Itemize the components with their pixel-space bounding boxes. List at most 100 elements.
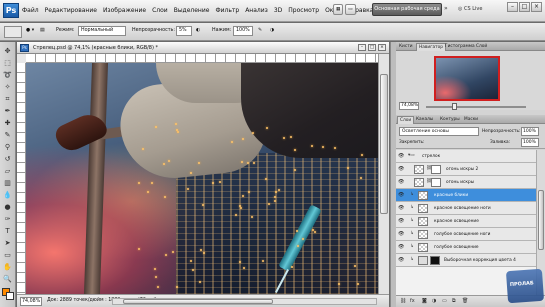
tab-layers[interactable]: Слои (397, 116, 415, 124)
layer-row[interactable]: 👁 ↳ красное освещение ноги (396, 202, 536, 215)
eye-icon[interactable]: 👁 (398, 244, 404, 250)
zoom-field[interactable]: 74,08% (20, 297, 42, 306)
brush-panel-icon[interactable]: ▤ (40, 28, 45, 33)
shape-tool-icon[interactable]: ▭ (2, 250, 13, 260)
layer-row[interactable]: 👁 ↳ голубое освещение ноги (396, 228, 536, 241)
doc-close-icon[interactable]: × (378, 44, 386, 51)
menu-select[interactable]: Выделение (174, 7, 210, 14)
new-group-icon[interactable]: ▭ (442, 298, 447, 304)
arrange-documents-button[interactable]: ▦ (333, 4, 344, 15)
eye-icon[interactable]: 👁 (398, 218, 404, 224)
navigator-zoom-slider[interactable] (426, 106, 526, 108)
tab-info[interactable]: Слой (474, 43, 489, 51)
layer-mask-thumbnail[interactable] (431, 165, 441, 174)
move-tool-icon[interactable]: ✥ (2, 46, 13, 56)
tablet-pressure-size-icon[interactable]: ◑ (270, 28, 274, 33)
blur-tool-icon[interactable]: 💧 (2, 190, 13, 200)
brush-tool-icon[interactable]: ✎ (2, 130, 13, 140)
menu-image[interactable]: Изображение (103, 7, 146, 14)
image-canvas[interactable] (26, 63, 378, 294)
eye-icon[interactable]: 👁 (398, 153, 404, 159)
tab-navigator[interactable]: Навигатор (416, 43, 446, 51)
background-color-swatch[interactable] (6, 292, 14, 300)
eraser-tool-icon[interactable]: ▱ (2, 166, 13, 176)
pen-tool-icon[interactable]: ✑ (2, 214, 13, 224)
navigator-preview[interactable] (434, 56, 500, 101)
adjustment-layer-row[interactable]: 👁 ↳ Выборочная коррекция цвета 4 (396, 254, 536, 267)
tab-histogram[interactable]: Гистограмма (443, 43, 477, 51)
navigator-zoom-knob[interactable] (452, 103, 457, 110)
close-icon[interactable]: × (531, 2, 542, 12)
eye-icon[interactable]: 👁 (398, 257, 404, 263)
layer-row[interactable]: 👁 ⛓ огонь искры 2 (396, 163, 536, 176)
menu-filter[interactable]: Фильтр (215, 7, 239, 14)
lasso-tool-icon[interactable]: ➰ (2, 70, 13, 80)
horizontal-scrollbar[interactable] (112, 298, 377, 305)
clone-stamp-tool-icon[interactable]: ⚲ (2, 142, 13, 152)
layer-style-icon[interactable]: fx (410, 298, 415, 304)
vertical-ruler[interactable] (17, 63, 26, 294)
layer-row[interactable]: 👁 ⛓ огонь искры (396, 176, 536, 189)
document-tab[interactable]: Ps Стрелец.psd @ 74,1% (красные блики, R… (17, 42, 389, 54)
vertical-scroll-thumb[interactable] (380, 74, 388, 214)
minimize-icon[interactable]: – (507, 2, 518, 12)
fill-field[interactable]: 100% (521, 138, 539, 147)
ruler-origin[interactable] (17, 54, 26, 63)
new-adjustment-icon[interactable]: ◑ (432, 298, 436, 304)
layer-row[interactable]: 👁 ↳ голубое освещение (396, 241, 536, 254)
layer-row-selected[interactable]: 👁 ↳ красные блики (396, 189, 536, 202)
menu-file[interactable]: Файл (22, 7, 39, 14)
vertical-scrollbar[interactable] (378, 54, 389, 294)
screen-mode-button[interactable]: ▭ (345, 4, 356, 15)
tab-paths[interactable]: Контуры (438, 116, 462, 124)
crop-tool-icon[interactable]: ⌗ (2, 94, 13, 104)
layer-row[interactable]: 👁 ↳ красное освещение (396, 215, 536, 228)
eye-icon[interactable]: 👁 (398, 179, 404, 185)
tab-masks[interactable]: Маски (462, 116, 480, 124)
eye-icon[interactable]: 👁 (398, 231, 404, 237)
new-layer-icon[interactable]: ⧉ (452, 298, 456, 304)
double-chevron-icon[interactable]: » (444, 5, 448, 12)
doc-minimize-icon[interactable]: – (358, 44, 366, 51)
tab-brushes[interactable]: Кисти (397, 43, 415, 51)
horizontal-ruler[interactable] (26, 54, 378, 63)
type-tool-icon[interactable]: T (2, 226, 13, 236)
layer-mask-thumbnail[interactable] (430, 256, 440, 265)
zoom-tool-icon[interactable]: 🔍 (2, 274, 13, 284)
brush-size-picker[interactable]: ● ▾ (26, 28, 34, 33)
gradient-tool-icon[interactable]: ▥ (2, 178, 13, 188)
layers-scroll-thumb[interactable] (538, 190, 544, 250)
tablet-pressure-opacity-icon[interactable]: ◐ (196, 28, 200, 33)
cs-live-button[interactable]: ◎ CS Live (458, 6, 482, 12)
brush-tool-preset-icon[interactable] (4, 26, 22, 38)
healing-brush-tool-icon[interactable]: ✚ (2, 118, 13, 128)
quick-select-tool-icon[interactable]: ✧ (2, 82, 13, 92)
history-brush-tool-icon[interactable]: ↺ (2, 154, 13, 164)
layer-mask-thumbnail[interactable] (431, 178, 441, 187)
dodge-tool-icon[interactable]: ● (2, 202, 13, 212)
mode-select[interactable]: Нормальный (78, 26, 126, 36)
blend-mode-select[interactable]: Осветление основы (399, 127, 479, 136)
hand-tool-icon[interactable]: ✋ (2, 262, 13, 272)
maximize-icon[interactable]: □ (519, 2, 530, 12)
folder-open-icon[interactable]: ▾▭ (408, 153, 415, 158)
layer-group-row[interactable]: 👁 ▾▭ стрелок (396, 150, 536, 163)
link-layers-icon[interactable]: ⛓ (400, 298, 406, 304)
menu-analysis[interactable]: Анализ (245, 7, 268, 14)
airbrush-icon[interactable]: ✎ (258, 28, 262, 33)
eye-icon[interactable]: 👁 (398, 166, 404, 172)
eye-icon[interactable]: 👁 (398, 205, 404, 211)
flow-field[interactable]: 100% (233, 26, 253, 36)
doc-maximize-icon[interactable]: □ (368, 44, 376, 51)
navigator-zoom-field[interactable]: 74,08% (399, 102, 419, 110)
layer-opacity-field[interactable]: 100% (521, 127, 539, 136)
eyedropper-tool-icon[interactable]: ✒ (2, 106, 13, 116)
eye-icon[interactable]: 👁 (398, 192, 404, 198)
tab-channels[interactable]: Каналы (414, 116, 435, 124)
path-selection-tool-icon[interactable]: ➤ (2, 238, 13, 248)
menu-edit[interactable]: Редактирование (45, 7, 97, 14)
add-mask-icon[interactable]: ◙ (422, 298, 427, 304)
horizontal-scroll-thumb[interactable] (123, 299, 273, 304)
opacity-field[interactable]: 5% (176, 26, 192, 36)
menu-3d[interactable]: 3D (274, 7, 282, 14)
